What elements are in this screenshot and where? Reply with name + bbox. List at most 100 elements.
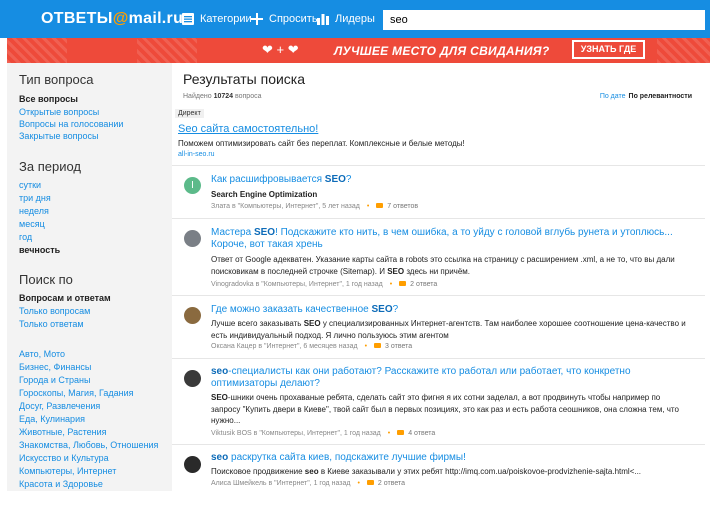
sidebar-item-all-questions[interactable]: Все вопросы bbox=[19, 94, 78, 104]
separator-dot: • bbox=[364, 343, 368, 350]
nav-leaders[interactable]: Лидеры bbox=[317, 13, 375, 25]
question-item: Мастера SEO! Подскажите кто нить, в чем … bbox=[172, 220, 705, 292]
answers-icon bbox=[366, 480, 374, 485]
title-after: ! Подскажите кто нить, в чем ошибка, а т… bbox=[211, 227, 673, 250]
period-forever[interactable]: вечность bbox=[19, 245, 60, 255]
question-title[interactable]: Где можно заказать качественное SEO? bbox=[211, 304, 398, 315]
sidebar: Тип вопроса Все вопросы Открытые вопросы… bbox=[7, 63, 172, 491]
nav-categories[interactable]: Категории bbox=[182, 13, 252, 25]
avatar bbox=[184, 230, 201, 247]
direct-ad[interactable]: Директ Seo сайта самостоятельно! Поможем… bbox=[172, 107, 705, 165]
category-dating[interactable]: Знакомства, Любовь, Отношения bbox=[19, 440, 158, 450]
question-title[interactable]: Как расшифровывается SEO? bbox=[211, 174, 351, 185]
avatar bbox=[184, 307, 201, 324]
found-prefix: Найдено bbox=[183, 93, 212, 100]
answers-count[interactable]: 3 ответа bbox=[385, 343, 412, 350]
category-horoscopes[interactable]: Гороскопы, Магия, Гадания bbox=[19, 388, 133, 398]
category-animals[interactable]: Животные, Растения bbox=[19, 427, 107, 437]
sidebar-item-closed-questions[interactable]: Закрытые вопросы bbox=[19, 131, 99, 141]
categories-icon bbox=[182, 13, 194, 25]
title-before: Где можно заказать качественное bbox=[211, 304, 372, 315]
sidebar-item-open-questions[interactable]: Открытые вопросы bbox=[19, 107, 99, 117]
sidebar-heading-period: За период bbox=[19, 159, 81, 174]
category-art[interactable]: Искусство и Культура bbox=[19, 453, 109, 463]
ad-url[interactable]: all-in-seo.ru bbox=[178, 151, 215, 158]
question-snippet: Лучше всего заказывать SEO у специализир… bbox=[211, 319, 686, 340]
category-food[interactable]: Еда, Кулинария bbox=[19, 414, 85, 424]
search-input[interactable] bbox=[383, 10, 705, 30]
question-title[interactable]: Мастера SEO! Подскажите кто нить, в чем … bbox=[211, 227, 691, 251]
title-highlight: SEO bbox=[253, 227, 276, 238]
question-title[interactable]: seo раскрутка сайта киев, подскажите луч… bbox=[211, 452, 466, 463]
answers-icon bbox=[397, 430, 405, 435]
title-after: ? bbox=[345, 174, 352, 185]
period-month[interactable]: месяц bbox=[19, 219, 45, 229]
found-count: 10724 bbox=[213, 93, 234, 100]
question-meta: Vinogradovka в "Компьютеры, Интернет", 1… bbox=[211, 281, 437, 288]
answers-count[interactable]: 4 ответа bbox=[408, 430, 435, 437]
found-suffix: вопроса bbox=[234, 93, 262, 100]
search-by-answers[interactable]: Только ответам bbox=[19, 319, 84, 329]
question-item: seo раскрутка сайта киев, подскажите луч… bbox=[172, 446, 705, 494]
divider bbox=[172, 295, 705, 296]
question-item: Где можно заказать качественное SEO? Луч… bbox=[172, 297, 705, 355]
answers-count[interactable]: 2 ответа bbox=[410, 281, 437, 288]
ad-text: Поможем оптимизировать сайт без переплат… bbox=[178, 139, 465, 148]
title-after: ? bbox=[392, 304, 399, 315]
direct-label: Директ bbox=[175, 109, 204, 118]
question-meta: Алиса Шмейкель в "Интернет", 1 год назад… bbox=[211, 480, 405, 487]
answers-count[interactable]: 7 ответов bbox=[387, 203, 418, 210]
ad-banner[interactable]: ❤ + ❤ ЛУЧШЕЕ МЕСТО ДЛЯ СВИДАНИЯ? УЗНАТЬ … bbox=[7, 38, 710, 63]
nav-leaders-label: Лидеры bbox=[335, 13, 375, 25]
search-by-all[interactable]: Вопросам и ответам bbox=[19, 293, 111, 303]
page-title: Результаты поиска bbox=[183, 71, 306, 87]
period-year[interactable]: год bbox=[19, 232, 32, 242]
period-day[interactable]: сутки bbox=[19, 180, 41, 190]
search-by-questions[interactable]: Только вопросам bbox=[19, 306, 90, 316]
category-cities[interactable]: Города и Страны bbox=[19, 375, 90, 385]
logo-at: @ bbox=[112, 10, 129, 27]
title-before: Мастера bbox=[211, 227, 254, 238]
ad-title[interactable]: Seo сайта самостоятельно! bbox=[178, 123, 318, 135]
nav-ask[interactable]: Спросить bbox=[251, 13, 318, 25]
separator-dot: • bbox=[387, 430, 391, 437]
divider bbox=[172, 165, 705, 166]
question-snippet: Ответ от Google адекватен. Указание карт… bbox=[211, 255, 675, 276]
category-auto[interactable]: Авто, Мото bbox=[19, 349, 65, 359]
avatar bbox=[184, 370, 201, 387]
category-beauty[interactable]: Красота и Здоровье bbox=[19, 479, 103, 489]
question-author: Vinogradovka в "Компьютеры, Интернет", 1… bbox=[211, 281, 383, 288]
question-snippet: Search Engine Optimization bbox=[211, 190, 318, 199]
plus-icon bbox=[251, 13, 263, 25]
question-author: Оксана Кацер в "Интернет", 6 месяцев наз… bbox=[211, 343, 358, 350]
category-leisure[interactable]: Досуг, Развлечения bbox=[19, 401, 100, 411]
nav-ask-label: Спросить bbox=[269, 13, 318, 25]
divider bbox=[172, 444, 705, 445]
period-three-days[interactable]: три дня bbox=[19, 193, 51, 203]
title-highlight: SEO bbox=[371, 304, 393, 315]
question-author: Злата в "Компьютеры, Интернет", 5 лет на… bbox=[211, 203, 360, 210]
answers-icon bbox=[399, 281, 407, 286]
sidebar-item-voting-questions[interactable]: Вопросы на голосовании bbox=[19, 119, 123, 129]
divider bbox=[172, 358, 705, 359]
question-title[interactable]: seo-специалисты как они работают? Расска… bbox=[211, 366, 691, 390]
period-week[interactable]: неделя bbox=[19, 206, 49, 216]
category-computers[interactable]: Компьютеры, Интернет bbox=[19, 466, 116, 476]
sort-by-date[interactable]: По дате bbox=[600, 93, 626, 100]
banner-button[interactable]: УЗНАТЬ ГДЕ bbox=[572, 40, 645, 59]
separator-dot: • bbox=[366, 203, 370, 210]
logo[interactable]: ОТВЕТЫ@mail.ru bbox=[41, 10, 183, 28]
sidebar-heading-type: Тип вопроса bbox=[19, 72, 94, 87]
question-author: Viktusik BOS в "Компьютеры, Интернет", 1… bbox=[211, 430, 381, 437]
title-highlight: SEO bbox=[324, 174, 346, 185]
title-after: -специалисты как они работают? Расскажит… bbox=[211, 366, 631, 389]
answers-count[interactable]: 2 ответа bbox=[378, 480, 405, 487]
leaders-bars-icon bbox=[317, 14, 329, 25]
question-item: I Как расшифровывается SEO? Search Engin… bbox=[172, 167, 705, 215]
question-author: Алиса Шмейкель в "Интернет", 1 год назад bbox=[211, 480, 351, 487]
sort-by-relevance[interactable]: По релевантности bbox=[629, 93, 692, 100]
avatar bbox=[184, 456, 201, 473]
separator-dot: • bbox=[389, 281, 393, 288]
question-meta: Злата в "Компьютеры, Интернет", 5 лет на… bbox=[211, 203, 418, 210]
category-business[interactable]: Бизнес, Финансы bbox=[19, 362, 91, 372]
